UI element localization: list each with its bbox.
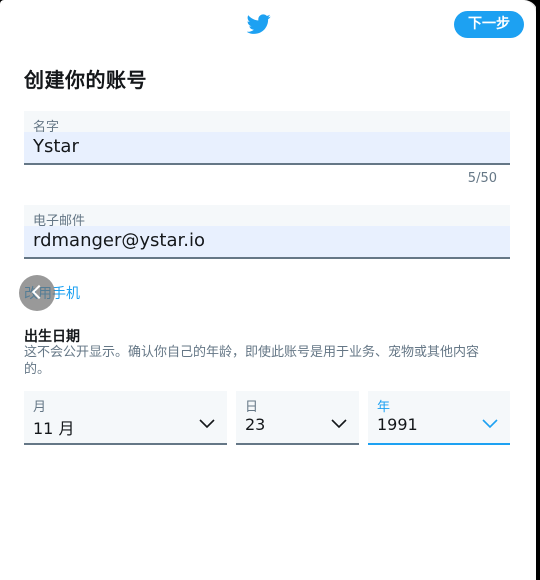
day-label: 日 bbox=[245, 400, 259, 415]
month-label: 月 bbox=[33, 400, 47, 415]
signup-dialog: 下一步 创建你的账号 名字 Ystar 5/50 电子邮件 rdmanger@y… bbox=[0, 0, 536, 580]
cursor-indicator bbox=[19, 275, 55, 311]
dob-description: 这不会公开显示。确认你自己的年龄，即使此账号是用于业务、宠物或其他内容的。 bbox=[24, 345, 480, 377]
name-char-counter: 5/50 bbox=[467, 171, 497, 186]
name-input[interactable]: Ystar bbox=[24, 132, 510, 163]
dob-title: 出生日期 bbox=[24, 329, 80, 345]
day-value: 23 bbox=[245, 415, 266, 434]
name-field[interactable]: 名字 Ystar bbox=[24, 111, 510, 165]
year-value: 1991 bbox=[377, 415, 418, 434]
next-button[interactable]: 下一步 bbox=[454, 11, 524, 38]
month-value: 11 月 bbox=[33, 419, 75, 438]
month-select[interactable]: 月 11 月 bbox=[24, 391, 227, 445]
email-field[interactable]: 电子邮件 rdmanger@ystar.io bbox=[24, 205, 510, 259]
year-label: 年 bbox=[377, 400, 391, 415]
twitter-bird-icon bbox=[246, 12, 271, 36]
dialog-header: 下一步 bbox=[0, 0, 536, 48]
page-title: 创建你的账号 bbox=[24, 68, 147, 92]
email-input[interactable]: rdmanger@ystar.io bbox=[24, 226, 510, 257]
chevron-down-icon bbox=[331, 415, 347, 431]
chevron-down-icon bbox=[482, 415, 498, 431]
chevron-down-icon bbox=[199, 415, 215, 431]
scrollbar[interactable] bbox=[536, 0, 540, 580]
day-select[interactable]: 日 23 bbox=[236, 391, 359, 445]
year-select[interactable]: 年 1991 bbox=[368, 391, 510, 445]
